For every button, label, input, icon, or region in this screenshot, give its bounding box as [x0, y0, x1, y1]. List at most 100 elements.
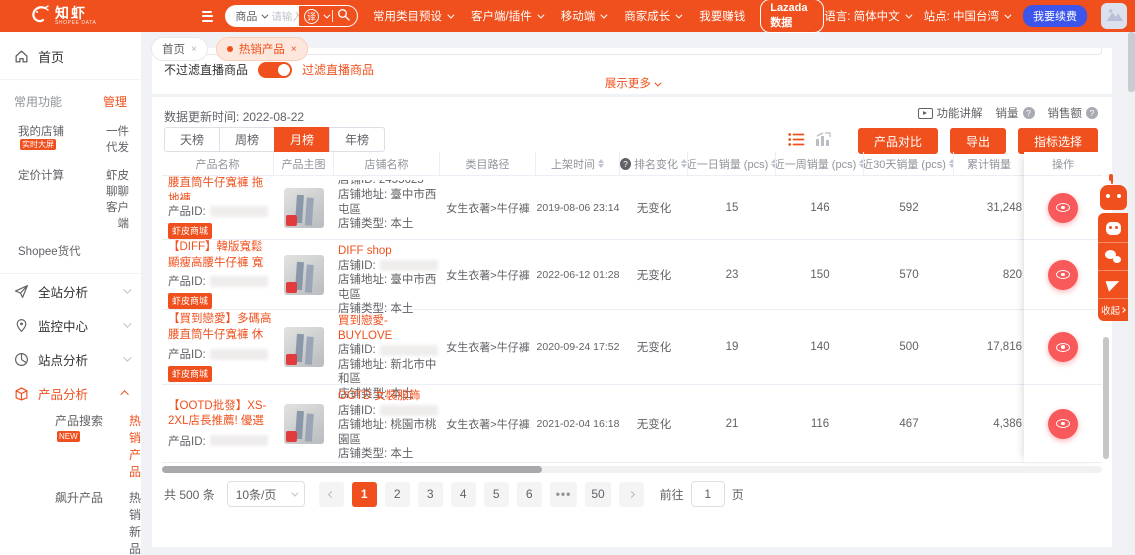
- goto-label: 前往: [659, 487, 684, 502]
- sidebar-item-home[interactable]: 首页: [0, 32, 141, 79]
- sub-item-hot-products[interactable]: 热销产品: [129, 412, 141, 480]
- vertical-scrollbar-thumb[interactable]: [1103, 337, 1109, 459]
- view-detail-button[interactable]: [1048, 332, 1078, 362]
- sidebar-item-monitor-center[interactable]: 监控中心: [0, 308, 141, 342]
- brand-subtitle: SHOPEE DATA: [55, 19, 97, 26]
- nav-item-mobile[interactable]: 移动端: [561, 8, 608, 24]
- product-image[interactable]: [284, 187, 324, 228]
- page-button-6[interactable]: 6: [516, 481, 542, 507]
- search-input[interactable]: 请输入商品ID或者商品链接: [271, 9, 299, 24]
- chevron-down-icon[interactable]: [323, 11, 331, 19]
- col-rank-change[interactable]: ? 排名变化: [620, 152, 688, 175]
- metric-amount-toggle[interactable]: 销售额?: [1048, 105, 1098, 121]
- metric-select-button[interactable]: 指标选择: [1017, 128, 1098, 154]
- translate-icon[interactable]: 译: [304, 8, 320, 24]
- product-link[interactable]: 【DIFF】韓版寬鬆顯瘦高腰牛仔褲 寬褲 褲子 長...: [168, 240, 274, 270]
- search-icon[interactable]: [337, 8, 350, 24]
- horizontal-scrollbar[interactable]: [162, 466, 1102, 473]
- goto-page-input[interactable]: [690, 481, 725, 507]
- link-pricing-calc[interactable]: 定价计算: [18, 167, 90, 231]
- list-view-icon[interactable]: [788, 132, 805, 150]
- product-image[interactable]: [284, 254, 324, 295]
- language-select[interactable]: 语言: 简体中文: [824, 8, 913, 24]
- tab-week-rank[interactable]: 周榜: [219, 127, 276, 152]
- close-icon[interactable]: ×: [191, 44, 197, 55]
- product-link[interactable]: 【OOTD批發】XS-2XL店長推薦! 優選高腰闊腿...: [168, 399, 274, 430]
- page-scrollbar-thumb[interactable]: [1128, 32, 1135, 92]
- view-detail-button[interactable]: [1048, 259, 1078, 290]
- feature-explain-link[interactable]: 功能讲解: [917, 105, 983, 121]
- link-chat-client[interactable]: 虾皮聊聊客户端: [98, 167, 129, 231]
- page-button-4[interactable]: 4: [450, 481, 476, 507]
- paper-plane-icon[interactable]: [1098, 271, 1128, 299]
- view-detail-button[interactable]: [1048, 408, 1078, 439]
- sort-icon[interactable]: [598, 159, 604, 168]
- product-link[interactable]: 【買到戀愛】多碼高腰直筒牛仔寬褲 休閒褲 黑...: [168, 312, 274, 343]
- col-day1-sales[interactable]: 近一日销量 (pcs): [688, 152, 776, 175]
- product-link[interactable]: 腰直筒牛仔寬褲 拖地褲...: [168, 176, 274, 200]
- horizontal-scrollbar-thumb[interactable]: [162, 466, 542, 473]
- sub-item-hot-new-products[interactable]: 热销新品: [129, 489, 141, 555]
- manage-link[interactable]: 管理: [103, 93, 127, 110]
- nav-item-category-preset[interactable]: 常用类目预设: [373, 8, 455, 24]
- update-time-value: 2022-08-22: [242, 110, 305, 124]
- robot-mascot-icon[interactable]: [1100, 179, 1127, 210]
- close-icon[interactable]: ×: [291, 44, 297, 55]
- lazada-data-pill[interactable]: Lazada数据: [760, 0, 825, 33]
- question-icon[interactable]: ?: [1022, 107, 1035, 119]
- avatar[interactable]: [1101, 3, 1128, 29]
- page-button-3[interactable]: 3: [417, 481, 443, 507]
- export-button[interactable]: 导出: [949, 128, 1006, 154]
- prev-page-button[interactable]: [318, 481, 344, 507]
- page-scrollbar[interactable]: [1128, 32, 1135, 555]
- product-image[interactable]: [284, 327, 324, 367]
- question-icon[interactable]: ?: [620, 157, 631, 170]
- menu-burger-icon[interactable]: [202, 10, 214, 22]
- product-image[interactable]: [284, 403, 324, 444]
- renew-button[interactable]: 我要续费: [1023, 5, 1088, 27]
- page-button-1[interactable]: 1: [351, 481, 377, 507]
- metric-qty-toggle[interactable]: 销量?: [996, 105, 1035, 121]
- sidebar-item-site-analysis[interactable]: 站点分析: [0, 342, 141, 376]
- sort-icon[interactable]: [681, 159, 687, 168]
- collapse-widget-button[interactable]: 收起: [1101, 299, 1126, 317]
- compare-button[interactable]: 产品对比: [857, 128, 938, 154]
- tab-day-rank[interactable]: 天榜: [164, 127, 221, 152]
- store-link[interactable]: DIFF shop: [338, 244, 392, 259]
- tab-home[interactable]: 首页 ×: [151, 37, 208, 61]
- page-button-5[interactable]: 5: [483, 481, 509, 507]
- tab-month-rank[interactable]: 月榜: [274, 127, 331, 152]
- sidebar-item-product-analysis[interactable]: 产品分析: [0, 376, 141, 410]
- page-button-50[interactable]: 50: [585, 481, 611, 507]
- sub-item-rising-products[interactable]: 飙升产品: [55, 489, 121, 555]
- col-week1-sales[interactable]: 近一周销量 (pcs): [776, 152, 864, 175]
- col-day30-sales[interactable]: 近30天销量 (pcs): [864, 152, 954, 175]
- link-my-store[interactable]: 我的店铺实时大屏: [18, 123, 90, 155]
- sub-item-product-search[interactable]: 产品搜索NEW: [55, 412, 121, 480]
- page-button-2[interactable]: 2: [384, 481, 410, 507]
- tab-year-rank[interactable]: 年榜: [329, 127, 386, 152]
- view-detail-button[interactable]: [1048, 192, 1078, 223]
- nav-item-merchant-growth[interactable]: 商家成长: [624, 8, 683, 24]
- chart-view-icon[interactable]: [815, 132, 832, 150]
- page-size-select[interactable]: 10条/页: [226, 481, 305, 507]
- show-more-link[interactable]: 展示更多: [152, 75, 1112, 91]
- site-select[interactable]: 站点: 中国台湾: [924, 8, 1012, 24]
- link-shopee-freight[interactable]: Shopee货代: [18, 243, 90, 259]
- next-page-button[interactable]: [618, 481, 644, 507]
- question-icon[interactable]: ?: [1086, 107, 1098, 119]
- brand-logo[interactable]: 知虾 SHOPEE DATA: [30, 4, 104, 28]
- customer-service-icon[interactable]: [1098, 215, 1128, 243]
- nav-item-client-plugin[interactable]: 客户端/插件: [471, 8, 545, 24]
- tab-hot-products[interactable]: 热销产品 ×: [215, 37, 308, 61]
- store-link[interactable]: 買到戀愛-BUYLOVE: [338, 314, 438, 343]
- sidebar-item-site-wide-analysis[interactable]: 全站分析: [0, 274, 141, 308]
- col-listed-time[interactable]: 上架时间: [536, 152, 620, 175]
- product-search-bar[interactable]: 商品 请输入商品ID或者商品链接 译: [225, 5, 359, 27]
- more-pages-ellipsis[interactable]: •••: [549, 481, 578, 507]
- search-category-select[interactable]: 商品: [226, 8, 271, 24]
- nav-item-earn-money[interactable]: 我要赚钱: [699, 8, 745, 24]
- link-dropshipping[interactable]: 一件代发: [98, 123, 129, 155]
- wechat-icon[interactable]: [1098, 243, 1128, 271]
- store-link[interactable]: OOTD 女裝服飾: [338, 389, 420, 404]
